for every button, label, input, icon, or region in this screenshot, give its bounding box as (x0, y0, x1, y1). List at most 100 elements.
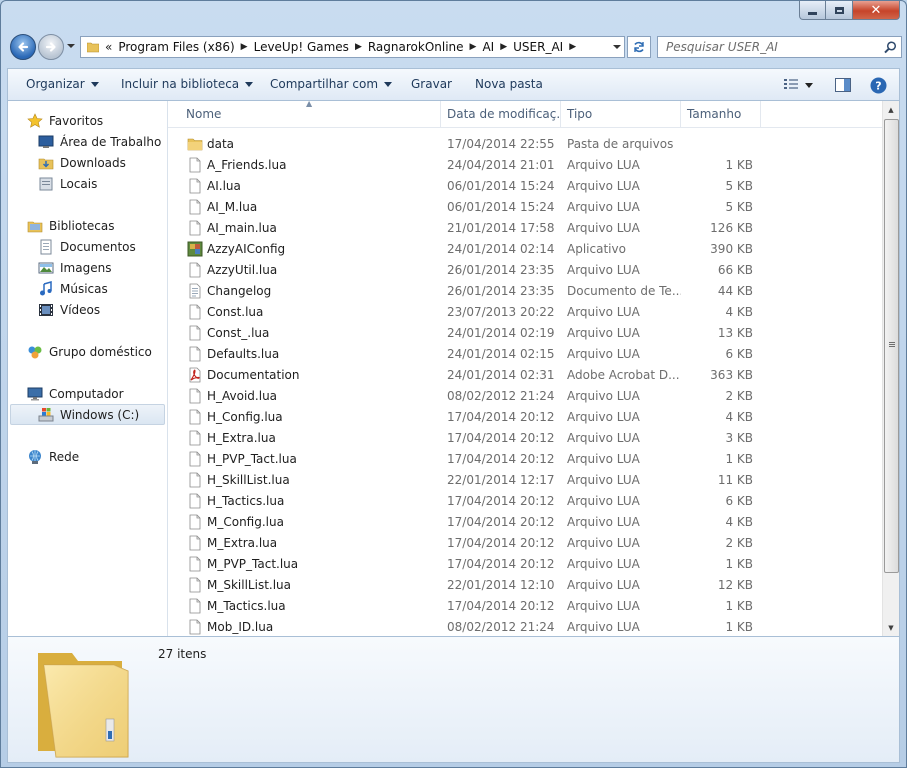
breadcrumb-ragnarok-online[interactable]: RagnarokOnline (365, 40, 467, 54)
file-row[interactable]: Changelog 26/01/2014 23:35 Documento de Te… (168, 280, 882, 301)
file-row[interactable]: H_SkillList.lua 22/01/2014 12:17 Arquivo L… (168, 469, 882, 490)
file-row[interactable]: A_Friends.lua 24/04/2014 21:01 Arquivo LUA… (168, 154, 882, 175)
nav-drive-c[interactable]: Windows (C:) (10, 404, 165, 425)
column-header-name[interactable]: Nome (180, 101, 441, 127)
breadcrumb-overflow[interactable]: « (99, 40, 115, 54)
breadcrumb-user-ai[interactable]: USER_AI (510, 40, 566, 54)
nav-music[interactable]: Músicas (38, 278, 108, 299)
file-name-cell[interactable]: H_Avoid.lua (187, 385, 437, 406)
help-button[interactable]: ? (868, 75, 888, 95)
search-box[interactable] (657, 36, 902, 58)
file-name-cell[interactable]: Mob_ID.lua (187, 616, 437, 636)
file-name-cell[interactable]: AI.lua (187, 175, 437, 196)
file-row[interactable]: M_Config.lua 17/04/2014 20:12 Arquivo LUA 4… (168, 511, 882, 532)
column-header-size[interactable]: Tamanho (681, 101, 761, 127)
nav-documents[interactable]: Documentos (38, 236, 136, 257)
nav-places[interactable]: Locais (38, 173, 97, 194)
search-input[interactable] (664, 39, 873, 55)
file-name-cell[interactable]: H_Tactics.lua (187, 490, 437, 511)
maximize-button[interactable] (826, 1, 853, 20)
file-name-cell[interactable]: M_Extra.lua (187, 532, 437, 553)
file-name-cell[interactable]: Documentation (187, 364, 437, 385)
file-name-cell[interactable]: Defaults.lua (187, 343, 437, 364)
forward-button[interactable] (38, 34, 64, 60)
file-row[interactable]: M_SkillList.lua 22/01/2014 12:10 Arquivo L… (168, 574, 882, 595)
file-name-cell[interactable]: AzzyUtil.lua (187, 259, 437, 280)
nav-homegroup[interactable]: Grupo doméstico (27, 341, 152, 362)
organize-menu[interactable]: Organizar (26, 77, 99, 91)
file-row[interactable]: Const.lua 23/07/2013 20:22 Arquivo LUA 4 KB (168, 301, 882, 322)
file-row[interactable]: data 17/04/2014 22:55 Pasta de arquivos (168, 133, 882, 154)
close-button[interactable]: ✕ (853, 1, 900, 20)
include-library-menu[interactable]: Incluir na biblioteca (121, 77, 254, 91)
file-row[interactable]: Const_.lua 24/01/2014 02:19 Arquivo LUA 13 … (168, 322, 882, 343)
nav-libraries[interactable]: Bibliotecas (27, 215, 114, 236)
file-row[interactable]: Mob_ID.lua 08/02/2012 21:24 Arquivo LUA 1 K… (168, 616, 882, 636)
share-menu[interactable]: Compartilhar com (270, 77, 393, 91)
breadcrumb-separator-icon[interactable]: ▶ (467, 42, 480, 52)
view-options-button[interactable] (778, 75, 818, 95)
file-name-cell[interactable]: AI_M.lua (187, 196, 437, 217)
new-folder-button[interactable]: Nova pasta (475, 77, 543, 91)
recent-pages-dropdown[interactable] (66, 41, 76, 51)
breadcrumb-separator-icon[interactable]: ▶ (497, 42, 510, 52)
file-row[interactable]: H_Tactics.lua 17/04/2014 20:12 Arquivo LUA… (168, 490, 882, 511)
file-name-cell[interactable]: Changelog (187, 280, 437, 301)
breadcrumb-program-files[interactable]: Program Files (x86) (115, 40, 237, 54)
burn-button[interactable]: Gravar (411, 77, 452, 91)
minimize-button[interactable] (799, 1, 826, 20)
scroll-thumb[interactable] (884, 119, 899, 573)
file-row[interactable]: H_Avoid.lua 08/02/2012 21:24 Arquivo LUA 2 … (168, 385, 882, 406)
file-name-cell[interactable]: M_Config.lua (187, 511, 437, 532)
file-name-cell[interactable]: H_Extra.lua (187, 427, 437, 448)
breadcrumb-separator-icon[interactable]: ▶ (352, 42, 365, 52)
file-name-cell[interactable]: H_SkillList.lua (187, 469, 437, 490)
file-name-cell[interactable]: M_Tactics.lua (187, 595, 437, 616)
file-name-cell[interactable]: Const_.lua (187, 322, 437, 343)
scroll-down-button[interactable]: ▼ (883, 619, 899, 636)
breadcrumb-separator-icon[interactable]: ▶ (566, 42, 579, 52)
address-dropdown-icon[interactable] (612, 42, 622, 52)
file-row[interactable]: AzzyUtil.lua 26/01/2014 23:35 Arquivo LUA 6… (168, 259, 882, 280)
file-row[interactable]: M_Extra.lua 17/04/2014 20:12 Arquivo LUA 2 … (168, 532, 882, 553)
file-row[interactable]: H_PVP_Tact.lua 17/04/2014 20:12 Arquivo LU… (168, 448, 882, 469)
file-name-cell[interactable]: AI_main.lua (187, 217, 437, 238)
search-icon[interactable] (884, 41, 897, 54)
file-name-cell[interactable]: A_Friends.lua (187, 154, 437, 175)
refresh-button[interactable] (627, 36, 651, 58)
file-name-cell[interactable]: M_PVP_Tact.lua (187, 553, 437, 574)
nav-downloads[interactable]: Downloads (38, 152, 126, 173)
nav-network[interactable]: Rede (27, 446, 79, 467)
file-row[interactable]: AzzyAIConfig 24/01/2014 02:14 Aplicativo 39… (168, 238, 882, 259)
nav-videos[interactable]: Vídeos (38, 299, 100, 320)
file-row[interactable]: M_PVP_Tact.lua 17/04/2014 20:12 Arquivo LU… (168, 553, 882, 574)
scroll-up-button[interactable]: ▲ (883, 101, 899, 118)
column-header-date[interactable]: Data de modificaç... (441, 101, 561, 127)
file-row[interactable]: AI_M.lua 06/01/2014 15:24 Arquivo LUA 5 KB (168, 196, 882, 217)
file-row[interactable]: AI_main.lua 21/01/2014 17:58 Arquivo LUA 12… (168, 217, 882, 238)
file-name-cell[interactable]: AzzyAIConfig (187, 238, 437, 259)
nav-computer[interactable]: Computador (27, 383, 124, 404)
file-name-cell[interactable]: H_PVP_Tact.lua (187, 448, 437, 469)
file-row[interactable]: Defaults.lua 24/01/2014 02:15 Arquivo LUA 6… (168, 343, 882, 364)
nav-favorites[interactable]: Favoritos (27, 110, 103, 131)
file-row[interactable]: H_Config.lua 17/04/2014 20:12 Arquivo LUA 4… (168, 406, 882, 427)
file-name-cell[interactable]: Const.lua (187, 301, 437, 322)
breadcrumb-leveup-games[interactable]: LeveUp! Games (251, 40, 352, 54)
file-name-cell[interactable]: data (187, 133, 437, 154)
column-header-type[interactable]: Tipo (561, 101, 681, 127)
vertical-scrollbar[interactable]: ▲ ▼ (882, 101, 899, 636)
breadcrumb-separator-icon[interactable]: ▶ (238, 42, 251, 52)
nav-images[interactable]: Imagens (38, 257, 111, 278)
file-row[interactable]: Documentation 24/01/2014 02:31 Adobe Acrob… (168, 364, 882, 385)
preview-pane-button[interactable] (833, 75, 853, 95)
address-bar[interactable]: « Program Files (x86) ▶ LeveUp! Games ▶ … (80, 36, 625, 58)
file-name-cell[interactable]: M_SkillList.lua (187, 574, 437, 595)
file-row[interactable]: H_Extra.lua 17/04/2014 20:12 Arquivo LUA 3 … (168, 427, 882, 448)
file-name-cell[interactable]: H_Config.lua (187, 406, 437, 427)
nav-desktop[interactable]: Área de Trabalho (38, 131, 161, 152)
breadcrumb-ai[interactable]: AI (479, 40, 497, 54)
file-row[interactable]: M_Tactics.lua 17/04/2014 20:12 Arquivo LUA… (168, 595, 882, 616)
back-button[interactable] (10, 34, 36, 60)
file-row[interactable]: AI.lua 06/01/2014 15:24 Arquivo LUA 5 KB (168, 175, 882, 196)
